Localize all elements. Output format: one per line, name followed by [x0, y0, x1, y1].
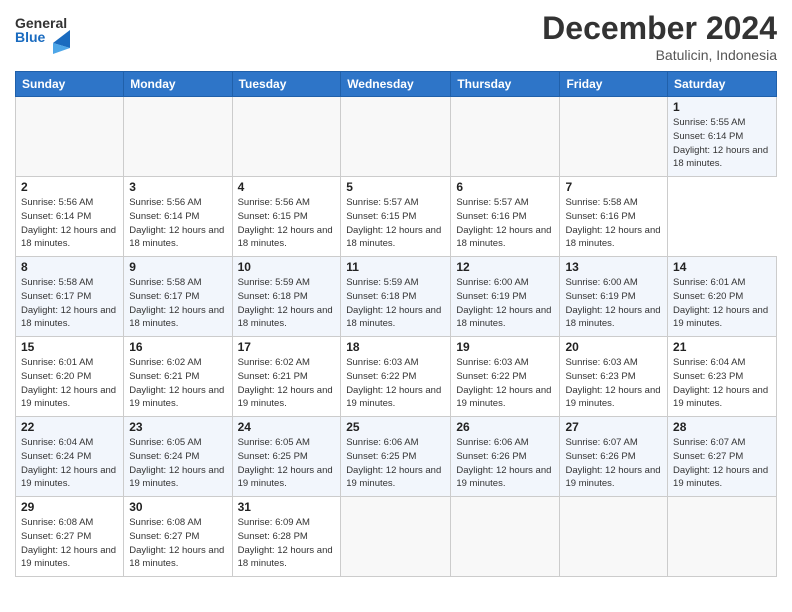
table-row — [668, 497, 777, 577]
table-row: 11Sunrise: 5:59 AMSunset: 6:18 PMDayligh… — [341, 257, 451, 337]
table-row: 31Sunrise: 6:09 AMSunset: 6:28 PMDayligh… — [232, 497, 341, 577]
title-block: December 2024 Batulicin, Indonesia — [542, 10, 777, 63]
table-row — [560, 497, 668, 577]
table-row: 7Sunrise: 5:58 AMSunset: 6:16 PMDaylight… — [560, 177, 668, 257]
table-row: 17Sunrise: 6:02 AMSunset: 6:21 PMDayligh… — [232, 337, 341, 417]
empty-cell — [341, 97, 451, 177]
table-row: 22Sunrise: 6:04 AMSunset: 6:24 PMDayligh… — [16, 417, 124, 497]
table-row — [451, 497, 560, 577]
table-row: 4Sunrise: 5:56 AMSunset: 6:15 PMDaylight… — [232, 177, 341, 257]
col-sunday: Sunday — [16, 72, 124, 97]
page-subtitle: Batulicin, Indonesia — [542, 47, 777, 63]
table-row: 27Sunrise: 6:07 AMSunset: 6:26 PMDayligh… — [560, 417, 668, 497]
table-row: 3Sunrise: 5:56 AMSunset: 6:14 PMDaylight… — [124, 177, 232, 257]
table-row: 19Sunrise: 6:03 AMSunset: 6:22 PMDayligh… — [451, 337, 560, 417]
table-row: 25Sunrise: 6:06 AMSunset: 6:25 PMDayligh… — [341, 417, 451, 497]
table-row: 5Sunrise: 5:57 AMSunset: 6:15 PMDaylight… — [341, 177, 451, 257]
col-wednesday: Wednesday — [341, 72, 451, 97]
empty-cell — [124, 97, 232, 177]
col-friday: Friday — [560, 72, 668, 97]
table-row: 13Sunrise: 6:00 AMSunset: 6:19 PMDayligh… — [560, 257, 668, 337]
table-row: 2Sunrise: 5:56 AMSunset: 6:14 PMDaylight… — [16, 177, 124, 257]
table-row: 15Sunrise: 6:01 AMSunset: 6:20 PMDayligh… — [16, 337, 124, 417]
empty-cell — [232, 97, 341, 177]
logo: General Blue — [15, 10, 74, 55]
empty-cell — [451, 97, 560, 177]
table-row — [341, 497, 451, 577]
table-row: 8Sunrise: 5:58 AMSunset: 6:17 PMDaylight… — [16, 257, 124, 337]
empty-cell — [560, 97, 668, 177]
table-row: 14Sunrise: 6:01 AMSunset: 6:20 PMDayligh… — [668, 257, 777, 337]
table-row: 21Sunrise: 6:04 AMSunset: 6:23 PMDayligh… — [668, 337, 777, 417]
table-row: 10Sunrise: 5:59 AMSunset: 6:18 PMDayligh… — [232, 257, 341, 337]
table-row: 29Sunrise: 6:08 AMSunset: 6:27 PMDayligh… — [16, 497, 124, 577]
page: General Blue December 2024 Batulicin, In… — [0, 0, 792, 612]
table-row: 28Sunrise: 6:07 AMSunset: 6:27 PMDayligh… — [668, 417, 777, 497]
col-thursday: Thursday — [451, 72, 560, 97]
table-row: 30Sunrise: 6:08 AMSunset: 6:27 PMDayligh… — [124, 497, 232, 577]
table-row: 9Sunrise: 5:58 AMSunset: 6:17 PMDaylight… — [124, 257, 232, 337]
col-tuesday: Tuesday — [232, 72, 341, 97]
calendar-table: Sunday Monday Tuesday Wednesday Thursday… — [15, 71, 777, 577]
table-row: 16Sunrise: 6:02 AMSunset: 6:21 PMDayligh… — [124, 337, 232, 417]
table-row: 26Sunrise: 6:06 AMSunset: 6:26 PMDayligh… — [451, 417, 560, 497]
logo-icon: General Blue — [15, 10, 70, 55]
page-title: December 2024 — [542, 10, 777, 47]
table-row: 23Sunrise: 6:05 AMSunset: 6:24 PMDayligh… — [124, 417, 232, 497]
table-row: 24Sunrise: 6:05 AMSunset: 6:25 PMDayligh… — [232, 417, 341, 497]
empty-cell — [16, 97, 124, 177]
header: General Blue December 2024 Batulicin, In… — [15, 10, 777, 63]
col-monday: Monday — [124, 72, 232, 97]
table-row: 12Sunrise: 6:00 AMSunset: 6:19 PMDayligh… — [451, 257, 560, 337]
svg-text:Blue: Blue — [15, 29, 46, 45]
table-row: 18Sunrise: 6:03 AMSunset: 6:22 PMDayligh… — [341, 337, 451, 417]
table-row: 6Sunrise: 5:57 AMSunset: 6:16 PMDaylight… — [451, 177, 560, 257]
table-row: 1Sunrise: 5:55 AMSunset: 6:14 PMDaylight… — [668, 97, 777, 177]
col-saturday: Saturday — [668, 72, 777, 97]
calendar-header-row: Sunday Monday Tuesday Wednesday Thursday… — [16, 72, 777, 97]
table-row: 20Sunrise: 6:03 AMSunset: 6:23 PMDayligh… — [560, 337, 668, 417]
